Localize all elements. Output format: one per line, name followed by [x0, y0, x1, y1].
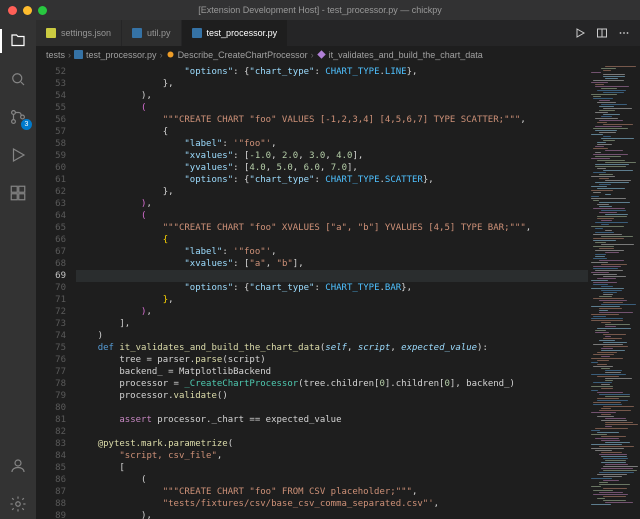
tab-settings-json[interactable]: settings.json	[36, 20, 122, 46]
window-title: [Extension Development Host] - test_proc…	[0, 5, 640, 15]
chevron-right-icon: ›	[311, 50, 314, 60]
split-editor-icon[interactable]	[596, 27, 608, 39]
chevron-right-icon: ›	[68, 50, 71, 60]
python-file-icon	[132, 28, 142, 38]
titlebar: [Extension Development Host] - test_proc…	[0, 0, 640, 20]
more-actions-icon[interactable]	[618, 27, 630, 39]
chevron-right-icon: ›	[160, 50, 163, 60]
tab-util-py[interactable]: util.py	[122, 20, 182, 46]
breadcrumb-item[interactable]: it_validates_and_build_the_chart_data	[329, 50, 483, 60]
class-symbol-icon	[166, 50, 175, 59]
search-icon[interactable]	[0, 64, 36, 94]
source-control-icon[interactable]: 3	[0, 102, 36, 132]
tab-label: test_processor.py	[207, 28, 278, 38]
settings-gear-icon[interactable]	[0, 489, 36, 519]
tab-actions	[564, 20, 640, 46]
code-editor[interactable]: "options": {"chart_type": CHART_TYPE.LIN…	[76, 64, 588, 519]
tab-bar: settings.json util.py test_processor.py	[36, 20, 640, 46]
explorer-icon[interactable]	[0, 26, 36, 56]
tab-label: util.py	[147, 28, 171, 38]
tab-label: settings.json	[61, 28, 111, 38]
minimap[interactable]	[588, 64, 640, 519]
python-file-icon	[74, 50, 83, 59]
source-control-badge: 3	[21, 119, 32, 130]
run-file-icon[interactable]	[574, 27, 586, 39]
method-symbol-icon	[317, 50, 326, 59]
tab-test-processor-py[interactable]: test_processor.py	[182, 20, 289, 46]
editor-area: settings.json util.py test_processor.py …	[36, 20, 640, 519]
breadcrumb[interactable]: tests › test_processor.py › Describe_Cre…	[36, 46, 640, 64]
run-debug-icon[interactable]	[0, 140, 36, 170]
extensions-icon[interactable]	[0, 178, 36, 208]
python-file-icon	[192, 28, 202, 38]
json-file-icon	[46, 28, 56, 38]
editor-split: 5253545556575859606162636465666768697071…	[36, 64, 640, 519]
breadcrumb-item[interactable]: tests	[46, 50, 65, 60]
breadcrumb-item[interactable]: Describe_CreateChartProcessor	[178, 50, 308, 60]
line-number-gutter: 5253545556575859606162636465666768697071…	[36, 64, 76, 519]
breadcrumb-item[interactable]: test_processor.py	[86, 50, 157, 60]
accounts-icon[interactable]	[0, 451, 36, 481]
activity-bar: 3	[0, 20, 36, 519]
